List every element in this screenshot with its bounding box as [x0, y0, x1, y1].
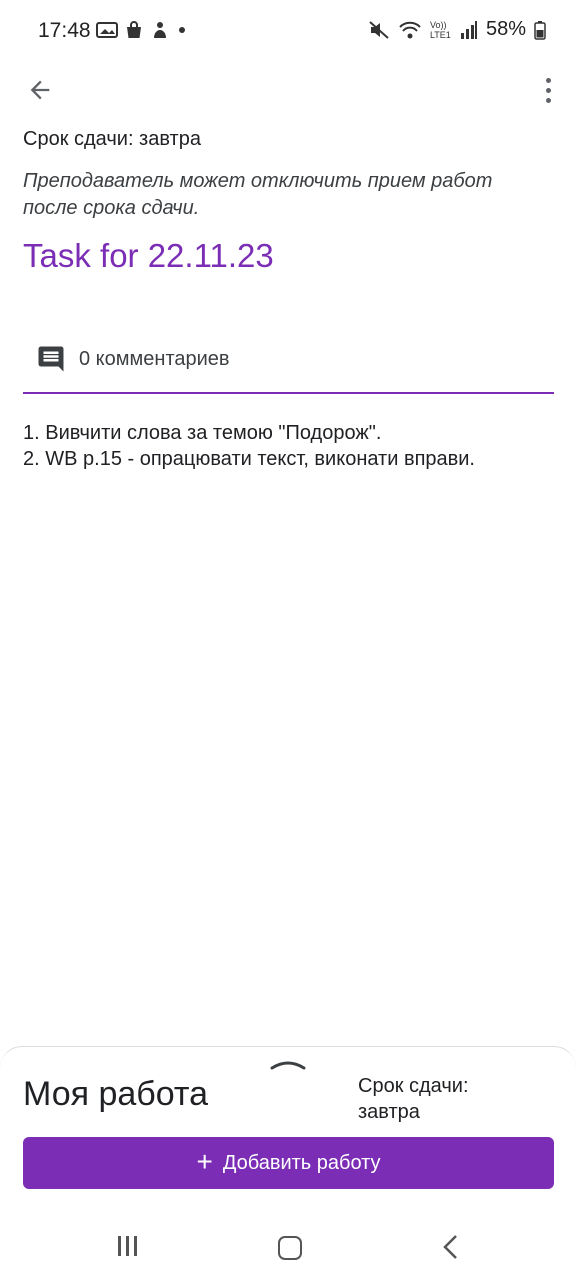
assignment-description: 1. Вивчити слова за темою "Подорож". 2. … [23, 420, 475, 472]
comments-row[interactable]: 0 комментариев [23, 336, 554, 394]
assignment-title: Task for 22.11.23 [23, 237, 274, 274]
my-work-title: Моя работа [23, 1075, 209, 1113]
back-button[interactable] [22, 72, 58, 108]
late-submission-note: Преподаватель может отключить прием рабо… [23, 170, 493, 219]
status-bar: 17:48 Vo)) LTE1 58% [0, 0, 576, 64]
signal-icon [460, 20, 477, 39]
status-time: 17:48 [38, 19, 91, 42]
recents-button[interactable] [118, 1236, 137, 1256]
my-work-due-label: Срок сдачи: [358, 1075, 469, 1097]
battery-icon [534, 20, 546, 40]
system-nav-bar [0, 1214, 576, 1280]
volte-label: Vo)) LTE1 [429, 19, 451, 40]
gallery-icon [96, 22, 118, 38]
system-indicators: Vo)) LTE1 58% [368, 18, 546, 41]
comments-count: 0 комментариев [79, 348, 230, 370]
notification-icons [96, 20, 188, 40]
dot-icon [179, 27, 185, 33]
add-work-label: Добавить работу [222, 1151, 381, 1174]
due-date: Срок сдачи: завтра [23, 128, 201, 150]
more-options-button[interactable] [538, 72, 558, 108]
description-line: 2. WB p.15 - опрацювати текст, виконати … [23, 448, 475, 470]
bag-icon [127, 21, 141, 38]
home-button[interactable] [278, 1236, 302, 1260]
my-work-due-value: завтра [358, 1101, 420, 1123]
battery-percent: 58% [485, 18, 526, 40]
my-work-due: Срок сдачи: завтра [358, 1073, 518, 1125]
wifi-icon [399, 21, 421, 38]
app-icon [154, 22, 166, 38]
expand-handle-icon[interactable] [270, 1057, 306, 1071]
plus-icon: + [196, 1145, 213, 1177]
add-work-button[interactable]: + Добавить работу [23, 1137, 554, 1189]
comment-icon [38, 346, 64, 372]
app-bar [0, 64, 576, 110]
more-vert-icon [545, 77, 551, 83]
nav-back-icon[interactable] [440, 1234, 462, 1260]
mute-icon [369, 20, 389, 39]
description-line: 1. Вивчити слова за темою "Подорож". [23, 422, 382, 444]
arrow-back-icon [30, 80, 50, 100]
